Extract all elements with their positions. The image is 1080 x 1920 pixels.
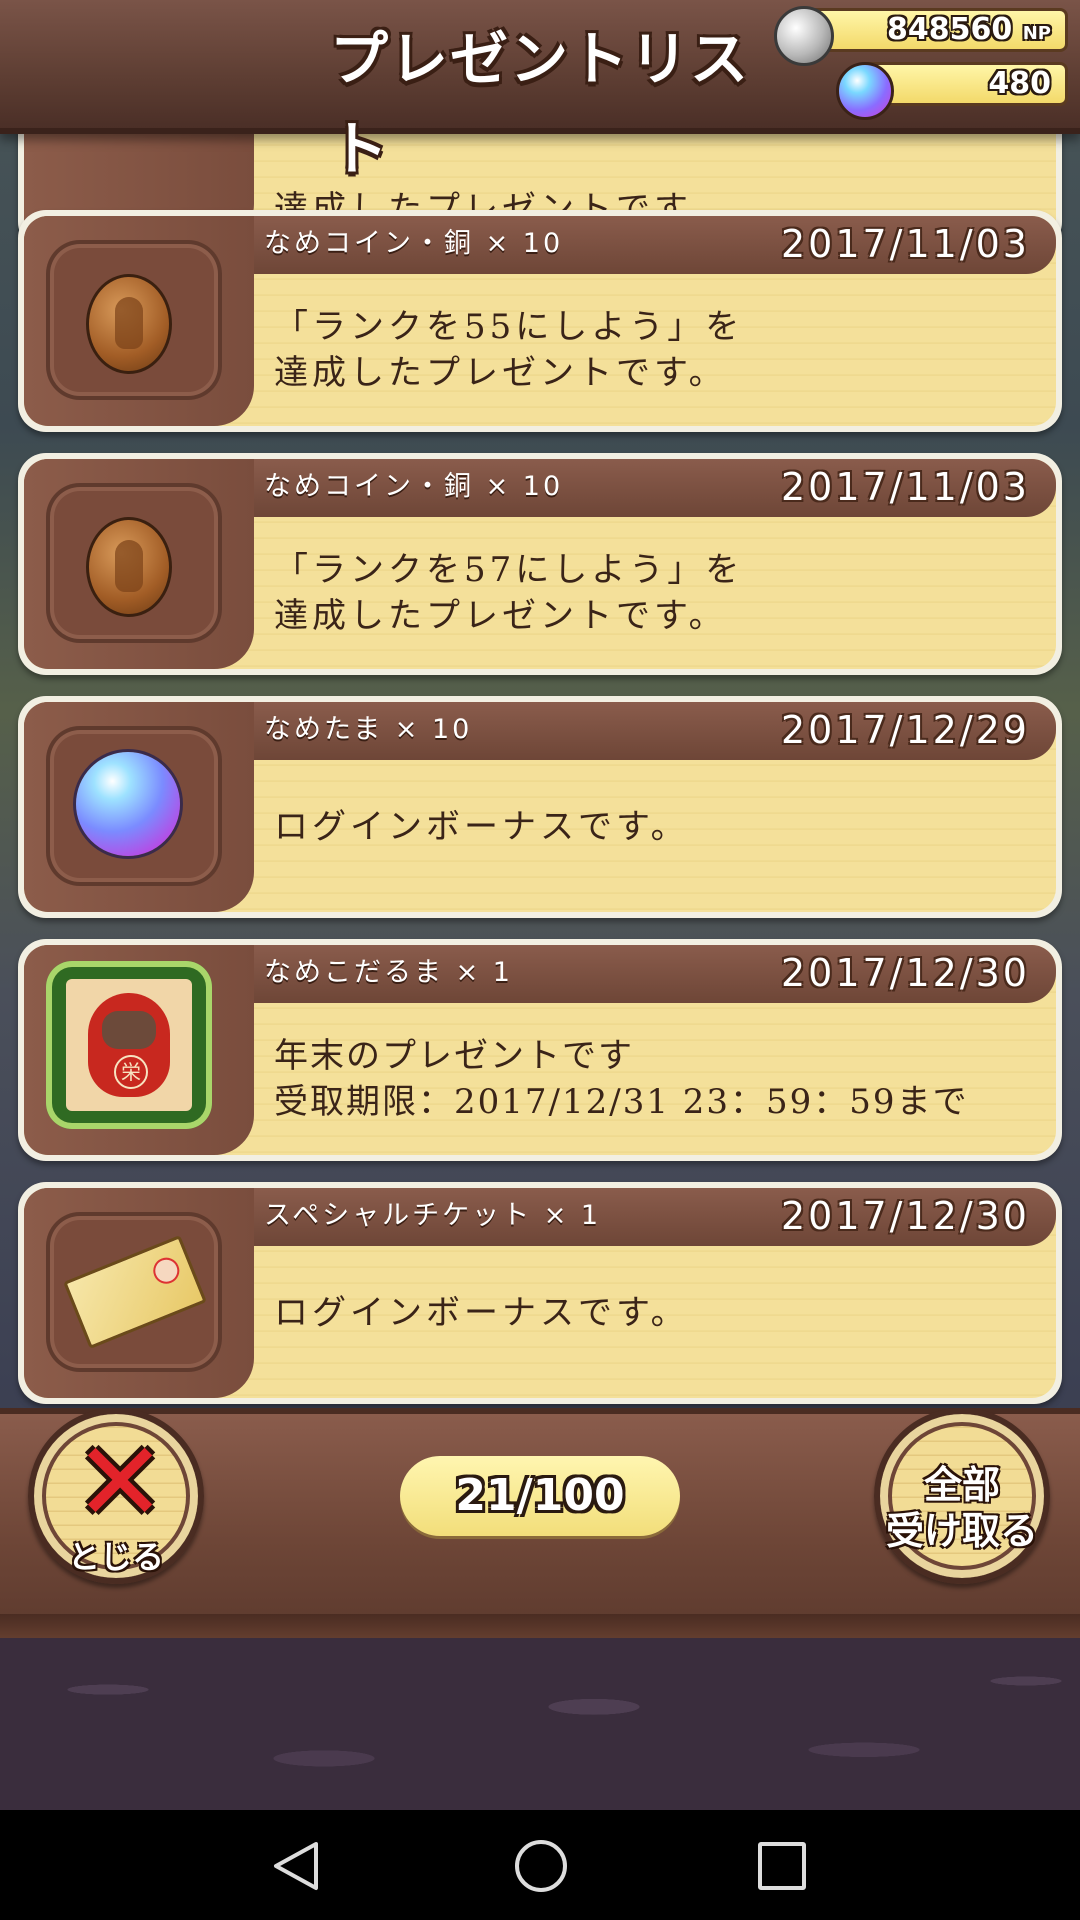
stone-floor <box>0 1638 1080 1810</box>
np-counter: 848560 NP <box>800 8 1068 52</box>
bronze-coin-icon <box>86 274 172 374</box>
recent-apps-icon[interactable] <box>758 1842 806 1890</box>
item-icon-slot <box>46 240 222 400</box>
close-label: とじる <box>67 1538 164 1576</box>
header-bar: プレゼントリスト 848560 NP 480 <box>0 0 1080 183</box>
close-button[interactable]: ✕ とじる <box>28 1408 204 1584</box>
gem-icon <box>76 752 180 856</box>
present-message: ログインボーナスです。 <box>274 1293 689 1333</box>
page-title: プレゼントリスト <box>330 25 751 183</box>
present-list[interactable]: 達成したプレゼントです。 なめコイン・銅 × 10 2017/11/03 「ラン… <box>0 128 1080 1408</box>
item-name: なめこだるま × 1 <box>264 957 513 988</box>
present-message: 年末のプレゼントです 受取期限：2017/12/31 23：59：59まで <box>274 1036 969 1122</box>
item-date: 2017/12/30 <box>780 1194 1030 1238</box>
present-message: 「ランクを57にしよう」を 達成したプレゼントです。 <box>274 550 744 636</box>
present-card[interactable]: なめたま × 10 2017/12/29 ログインボーナスです。 <box>18 696 1062 918</box>
item-icon-slot <box>46 483 222 643</box>
item-name: なめたま × 10 <box>264 714 473 745</box>
np-amount: 848560 <box>887 12 1013 47</box>
receive-all-button[interactable]: 全部 受け取る <box>874 1408 1050 1584</box>
item-icon-slot <box>46 726 222 886</box>
np-unit: NP <box>1022 23 1051 44</box>
daruma-icon: 栄 <box>88 993 170 1097</box>
item-icon-slot <box>46 1212 222 1372</box>
receive-all-label-line2: 受け取る <box>885 1509 1038 1553</box>
present-card[interactable]: なめコイン・銅 × 10 2017/11/03 「ランクを57にしよう」を 達成… <box>18 453 1062 675</box>
item-date: 2017/11/03 <box>780 222 1030 266</box>
item-icon-slot: 栄 <box>46 961 212 1129</box>
bronze-coin-icon <box>86 517 172 617</box>
item-date: 2017/12/29 <box>780 708 1030 752</box>
item-name: スペシャルチケット × 1 <box>264 1200 602 1231</box>
item-name: なめコイン・銅 × 10 <box>264 228 564 259</box>
present-card[interactable]: 栄 なめこだるま × 1 2017/12/30 年末のプレゼントです 受取期限：… <box>18 939 1062 1161</box>
present-card[interactable]: なめコイン・銅 × 10 2017/11/03 「ランクを55にしよう」を 達成… <box>18 210 1062 432</box>
ticket-icon <box>63 1235 207 1349</box>
present-card[interactable]: スペシャルチケット × 1 2017/12/30 ログインボーナスです。 <box>18 1182 1062 1404</box>
item-date: 2017/12/30 <box>780 951 1030 995</box>
present-message: ログインボーナスです。 <box>274 807 689 847</box>
close-icon: ✕ <box>74 1418 167 1546</box>
present-count: 21/100 <box>400 1456 680 1536</box>
silver-coin-icon <box>774 6 834 66</box>
present-message: 「ランクを55にしよう」を 達成したプレゼントです。 <box>274 307 744 393</box>
item-date: 2017/11/03 <box>780 465 1030 509</box>
back-icon[interactable] <box>270 1840 320 1892</box>
item-name: なめコイン・銅 × 10 <box>264 471 564 502</box>
home-icon[interactable] <box>515 1840 567 1892</box>
gem-icon <box>836 62 894 120</box>
gem-amount: 480 <box>988 66 1051 101</box>
